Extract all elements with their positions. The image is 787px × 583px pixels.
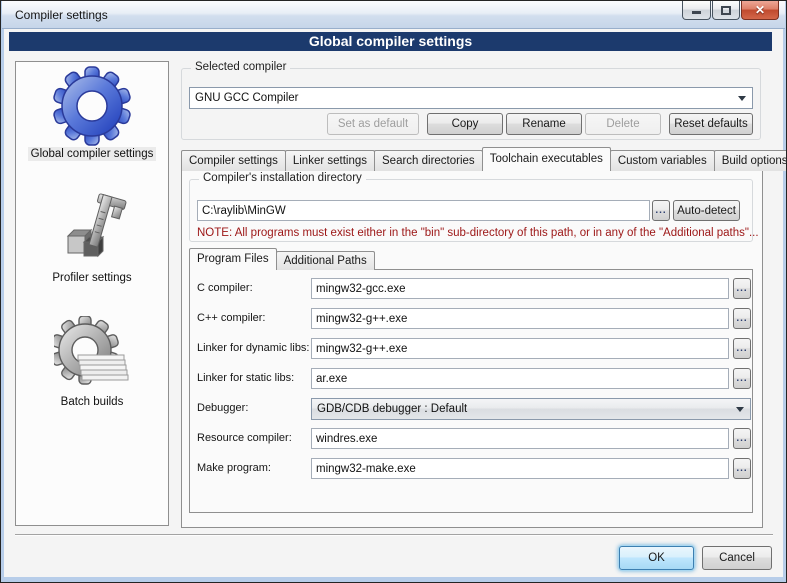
static-linker-browse-button[interactable]: ... bbox=[733, 368, 751, 389]
delete-button[interactable]: Delete bbox=[585, 113, 661, 135]
subtab-additional-paths[interactable]: Additional Paths bbox=[276, 251, 375, 270]
debugger-select[interactable]: GDB/CDB debugger : Default bbox=[311, 398, 751, 420]
tab-compiler-settings[interactable]: Compiler settings bbox=[181, 150, 286, 171]
minimize-button[interactable] bbox=[682, 1, 711, 20]
gear-blue-icon bbox=[52, 66, 132, 146]
page-title: Global compiler settings bbox=[9, 32, 772, 51]
static-linker-input[interactable] bbox=[311, 368, 729, 389]
c-compiler-browse-button[interactable]: ... bbox=[733, 278, 751, 299]
static-linker-label: Linker for static libs: bbox=[197, 372, 294, 384]
compiler-actions: Set as default Copy Rename Delete Reset … bbox=[181, 113, 753, 135]
caliper-cubes-icon bbox=[54, 190, 130, 266]
c-compiler-label: C compiler: bbox=[197, 282, 253, 294]
install-dir-note: NOTE: All programs must exist either in … bbox=[197, 227, 759, 239]
make-program-input[interactable] bbox=[311, 458, 729, 479]
rename-button[interactable]: Rename bbox=[506, 113, 582, 135]
minimize-icon bbox=[692, 11, 701, 14]
chevron-down-icon bbox=[736, 407, 744, 412]
debugger-label: Debugger: bbox=[197, 402, 248, 414]
tab-linker-settings[interactable]: Linker settings bbox=[285, 150, 375, 171]
selected-compiler-group-label: Selected compiler bbox=[191, 61, 290, 73]
install-dir-input[interactable] bbox=[197, 200, 650, 221]
install-dir-group-label: Compiler's installation directory bbox=[199, 172, 366, 184]
compiler-settings-dialog: Compiler settings ✕ Global compiler sett… bbox=[0, 0, 787, 583]
paths-subtabbar: Program Files Additional Paths bbox=[189, 248, 374, 270]
ok-button[interactable]: OK bbox=[619, 546, 694, 570]
window-controls: ✕ bbox=[681, 1, 779, 20]
tab-search-directories[interactable]: Search directories bbox=[374, 150, 483, 171]
maximize-button[interactable] bbox=[712, 1, 740, 20]
compiler-select[interactable]: GNU GCC Compiler bbox=[189, 87, 753, 109]
debugger-select-value: GDB/CDB debugger : Default bbox=[317, 403, 467, 415]
title-bar[interactable]: Compiler settings ✕ bbox=[2, 1, 785, 29]
footer-divider bbox=[15, 534, 773, 535]
tab-build-options[interactable]: Build options bbox=[714, 150, 787, 171]
close-button[interactable]: ✕ bbox=[741, 1, 779, 20]
sidebar-item-profiler[interactable] bbox=[16, 190, 168, 266]
maximize-icon bbox=[721, 6, 731, 15]
dynamic-linker-input[interactable] bbox=[311, 338, 729, 359]
cancel-button[interactable]: Cancel bbox=[702, 546, 772, 570]
resource-compiler-browse-button[interactable]: ... bbox=[733, 428, 751, 449]
cpp-compiler-input[interactable] bbox=[311, 308, 729, 329]
resource-compiler-label: Resource compiler: bbox=[197, 432, 292, 444]
c-compiler-input[interactable] bbox=[311, 278, 729, 299]
cpp-compiler-browse-button[interactable]: ... bbox=[733, 308, 751, 329]
cpp-compiler-label: C++ compiler: bbox=[197, 312, 265, 324]
sidebar-label-global-compiler[interactable]: Global compiler settings bbox=[16, 148, 168, 160]
settings-category-list: Global compiler settings bbox=[15, 61, 169, 526]
set-as-default-button[interactable]: Set as default bbox=[327, 113, 419, 135]
dynamic-linker-browse-button[interactable]: ... bbox=[733, 338, 751, 359]
install-dir-browse-button[interactable]: ... bbox=[652, 200, 670, 221]
gear-gray-papers-icon bbox=[54, 316, 130, 392]
sidebar-item-batch-builds[interactable] bbox=[16, 316, 168, 392]
tab-custom-variables[interactable]: Custom variables bbox=[610, 150, 715, 171]
resource-compiler-input[interactable] bbox=[311, 428, 729, 449]
compiler-select-value: GNU GCC Compiler bbox=[195, 92, 299, 104]
copy-button[interactable]: Copy bbox=[427, 113, 503, 135]
subtab-program-files[interactable]: Program Files bbox=[189, 248, 277, 270]
reset-defaults-button[interactable]: Reset defaults bbox=[669, 113, 753, 135]
settings-tabbar: Compiler settings Linker settings Search… bbox=[181, 147, 787, 171]
make-program-label: Make program: bbox=[197, 462, 271, 474]
close-icon: ✕ bbox=[755, 2, 765, 19]
window-title: Compiler settings bbox=[15, 8, 108, 22]
tab-toolchain-executables[interactable]: Toolchain executables bbox=[482, 147, 611, 171]
auto-detect-button[interactable]: Auto-detect bbox=[673, 200, 740, 221]
dynamic-linker-label: Linker for dynamic libs: bbox=[197, 342, 310, 354]
sidebar-label-batch-builds[interactable]: Batch builds bbox=[16, 396, 168, 408]
chevron-down-icon bbox=[738, 96, 746, 101]
sidebar-item-global-compiler[interactable] bbox=[16, 66, 168, 146]
sidebar-label-profiler[interactable]: Profiler settings bbox=[16, 272, 168, 284]
make-program-browse-button[interactable]: ... bbox=[733, 458, 751, 479]
